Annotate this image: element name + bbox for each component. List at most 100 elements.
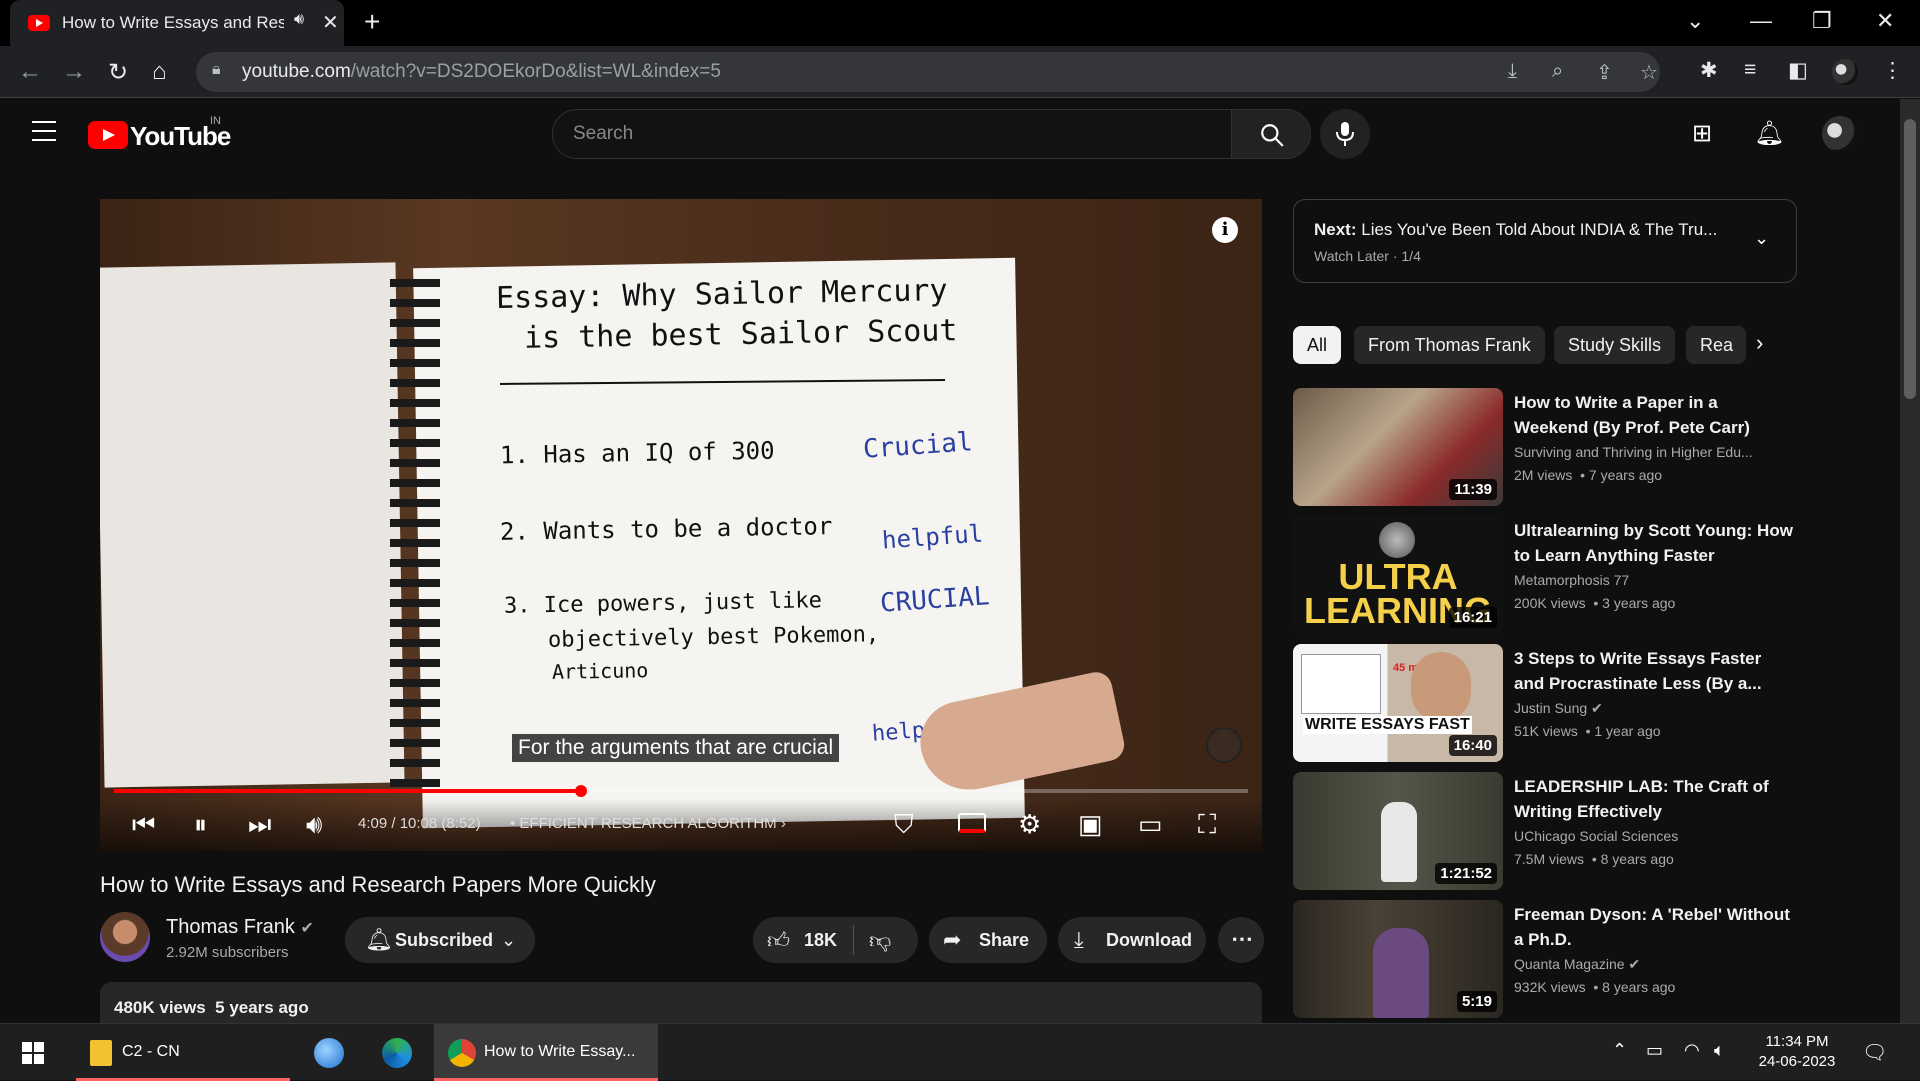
pause-icon[interactable]: ⏸	[194, 809, 207, 841]
bookmark-star-icon[interactable]: ☆	[1640, 60, 1658, 85]
chips-next-arrow-icon[interactable]: ›	[1756, 330, 1763, 356]
show-hidden-icons-chevron-icon[interactable]: ⌃	[1612, 1040, 1627, 1061]
theater-mode-icon[interactable]: ▭	[1138, 809, 1163, 840]
search-input[interactable]: Search	[552, 109, 1232, 159]
video-thumbnail[interactable]: 1:21:52	[1293, 772, 1503, 890]
creator-watermark-icon[interactable]	[1206, 727, 1242, 763]
player-controls: ⏮ ⏸ ⏭ 🔊︎ 4:09 / 10:08 (8:52) • EFFICIENT…	[100, 799, 1262, 851]
extensions-icon[interactable]: ✱	[1700, 58, 1718, 83]
subtitles-icon[interactable]	[958, 813, 986, 833]
chip-from-thomas-frank[interactable]: From Thomas Frank	[1354, 326, 1545, 364]
duration-badge: 5:19	[1456, 991, 1497, 1012]
recommended-channel[interactable]: UChicago Social Sciences	[1514, 828, 1784, 844]
recommended-title[interactable]: How to Write a Paper in a Weekend (By Pr…	[1514, 390, 1794, 440]
recommended-channel[interactable]: Metamorphosis 77	[1514, 572, 1784, 588]
progress-scrubber[interactable]	[575, 785, 587, 797]
chrome-menu-icon[interactable]: ⋮	[1882, 58, 1903, 83]
recommended-channel[interactable]: Justin Sung ✔	[1514, 700, 1784, 717]
page-scrollbar[interactable]	[1900, 99, 1920, 1023]
share-button[interactable]: ➦ Share	[929, 917, 1047, 963]
video-thumbnail[interactable]: 5:19	[1293, 900, 1503, 1018]
more-actions-button[interactable]: ⋯	[1218, 917, 1264, 963]
video-thumbnail[interactable]: 11:39	[1293, 388, 1503, 506]
youtube-logo-icon[interactable]	[88, 121, 128, 149]
taskbar-edge[interactable]	[376, 1024, 420, 1081]
notifications-bell-icon[interactable]: 🔔︎	[1754, 119, 1784, 148]
subscribed-button[interactable]: 🔔︎ Subscribed ⌄	[345, 917, 535, 963]
chip-study-skills[interactable]: Study Skills	[1554, 326, 1676, 364]
new-tab-icon[interactable]: +	[364, 6, 380, 38]
settings-gear-icon[interactable]: ⚙	[1018, 809, 1041, 840]
progress-bar[interactable]	[114, 785, 1248, 797]
recommended-channel[interactable]: Surviving and Thriving in Higher Edu...	[1514, 444, 1784, 460]
video-player[interactable]: Essay: Why Sailor Mercury is the best Sa…	[100, 199, 1262, 851]
video-thumbnail[interactable]: 45 min WRITE ESSAYS FAST 16:40	[1293, 644, 1503, 762]
taskbar-file-explorer[interactable]: C2 - CN	[76, 1024, 290, 1081]
share-page-icon[interactable]: ⇪	[1596, 60, 1613, 85]
channel-avatar[interactable]	[100, 912, 150, 962]
playlist-next-panel[interactable]: Next: Lies You've Been Told About INDIA …	[1293, 199, 1797, 283]
recommended-title[interactable]: Freeman Dyson: A 'Rebel' Without a Ph.D.	[1514, 902, 1794, 952]
dislike-icon[interactable]: 👎︎	[869, 927, 891, 954]
windows-start-icon[interactable]	[22, 1042, 44, 1064]
speaker-icon[interactable]: 🔈︎	[1714, 1040, 1725, 1061]
system-clock[interactable]: 11:34 PM 24-06-2023	[1752, 1032, 1842, 1072]
close-tab-icon[interactable]: ✕	[322, 10, 339, 35]
guide-menu-icon[interactable]	[32, 121, 56, 141]
like-icon[interactable]: 👍︎	[767, 927, 790, 954]
profile-avatar[interactable]	[1832, 59, 1858, 85]
lock-icon[interactable]: 🔒︎	[212, 61, 221, 79]
expand-chevron-icon[interactable]: ⌄	[1754, 228, 1769, 249]
chrome-icon	[448, 1039, 476, 1067]
taskbar-chrome[interactable]: How to Write Essay...	[434, 1024, 658, 1081]
volume-icon[interactable]: 🔊︎	[306, 809, 322, 841]
recommended-video[interactable]: 5:19 Freeman Dyson: A 'Rebel' Without a …	[1293, 900, 1797, 1018]
download-button[interactable]: ⤓ Download	[1058, 917, 1206, 963]
recommended-channel[interactable]: Quanta Magazine ✔	[1514, 956, 1784, 973]
scrollbar-thumb[interactable]	[1904, 119, 1916, 399]
like-count[interactable]: 18K	[804, 930, 837, 951]
previous-icon[interactable]: ⏮	[132, 809, 155, 841]
account-avatar[interactable]	[1822, 116, 1858, 152]
channel-name[interactable]: Thomas Frank ✔	[166, 916, 314, 939]
restore-icon[interactable]: ❐	[1812, 8, 1832, 34]
forward-icon[interactable]: →	[62, 58, 86, 86]
chip-related[interactable]: Rea	[1686, 326, 1746, 364]
voice-search-button[interactable]	[1320, 109, 1370, 159]
video-thumbnail[interactable]: ULTRA LEARNING 16:21	[1293, 516, 1503, 634]
recommended-title[interactable]: 3 Steps to Write Essays Faster and Procr…	[1514, 646, 1794, 696]
chip-all[interactable]: All	[1293, 326, 1342, 364]
next-icon[interactable]: ⏭	[248, 809, 271, 841]
recommended-video[interactable]: 11:39 How to Write a Paper in a Weekend …	[1293, 388, 1797, 506]
window-close-icon[interactable]: ✕	[1876, 8, 1894, 34]
recommended-title[interactable]: Ultralearning by Scott Young: How to Lea…	[1514, 518, 1794, 568]
recommended-video[interactable]: 1:21:52 LEADERSHIP LAB: The Craft of Wri…	[1293, 772, 1797, 890]
address-bar[interactable]: 🔒︎ youtube.com/watch?v=DS2DOEkorDo&list=…	[196, 52, 1660, 92]
tab-search-chevron-icon[interactable]: ⌄	[1686, 8, 1704, 34]
create-video-icon[interactable]: ⊞	[1692, 119, 1712, 148]
reload-icon[interactable]: ↻	[108, 58, 128, 87]
search-button[interactable]	[1231, 109, 1311, 159]
audio-playing-icon[interactable]: 🔊︎	[294, 11, 304, 29]
miniplayer-icon[interactable]: ▣	[1078, 809, 1103, 840]
taskbar-outlook[interactable]	[308, 1024, 352, 1081]
minimize-icon[interactable]: —	[1750, 8, 1772, 34]
install-app-icon[interactable]: ⤓	[1508, 60, 1517, 83]
browser-tab[interactable]: How to Write Essays and Research Papers …	[10, 0, 344, 46]
back-icon[interactable]: ←	[18, 58, 42, 86]
battery-icon[interactable]: ▭	[1646, 1040, 1663, 1061]
fullscreen-icon[interactable]: ⛶	[1198, 809, 1216, 841]
sponsorblock-shield-icon[interactable]: ⛉	[894, 809, 914, 841]
home-icon[interactable]: ⌂	[152, 58, 167, 86]
recommended-meta: 7.5M views • 8 years ago	[1514, 851, 1674, 867]
recommended-title[interactable]: LEADERSHIP LAB: The Craft of Writing Eff…	[1514, 774, 1794, 824]
wifi-icon[interactable]: ◠	[1684, 1040, 1700, 1061]
media-queue-icon[interactable]: ≡	[1744, 58, 1756, 82]
recommended-video[interactable]: ULTRA LEARNING 16:21 Ultralearning by Sco…	[1293, 516, 1797, 634]
recommended-video[interactable]: 45 min WRITE ESSAYS FAST 16:40 3 Steps t…	[1293, 644, 1797, 762]
chapter-title[interactable]: • EFFICIENT RESEARCH ALGORITHM ›	[510, 815, 786, 832]
side-panel-icon[interactable]: ◧	[1788, 58, 1808, 83]
zoom-icon[interactable]: ⌕	[1552, 60, 1563, 83]
info-icon[interactable]: i	[1212, 217, 1238, 243]
notifications-icon[interactable]: 🗨︎	[1862, 1040, 1887, 1065]
